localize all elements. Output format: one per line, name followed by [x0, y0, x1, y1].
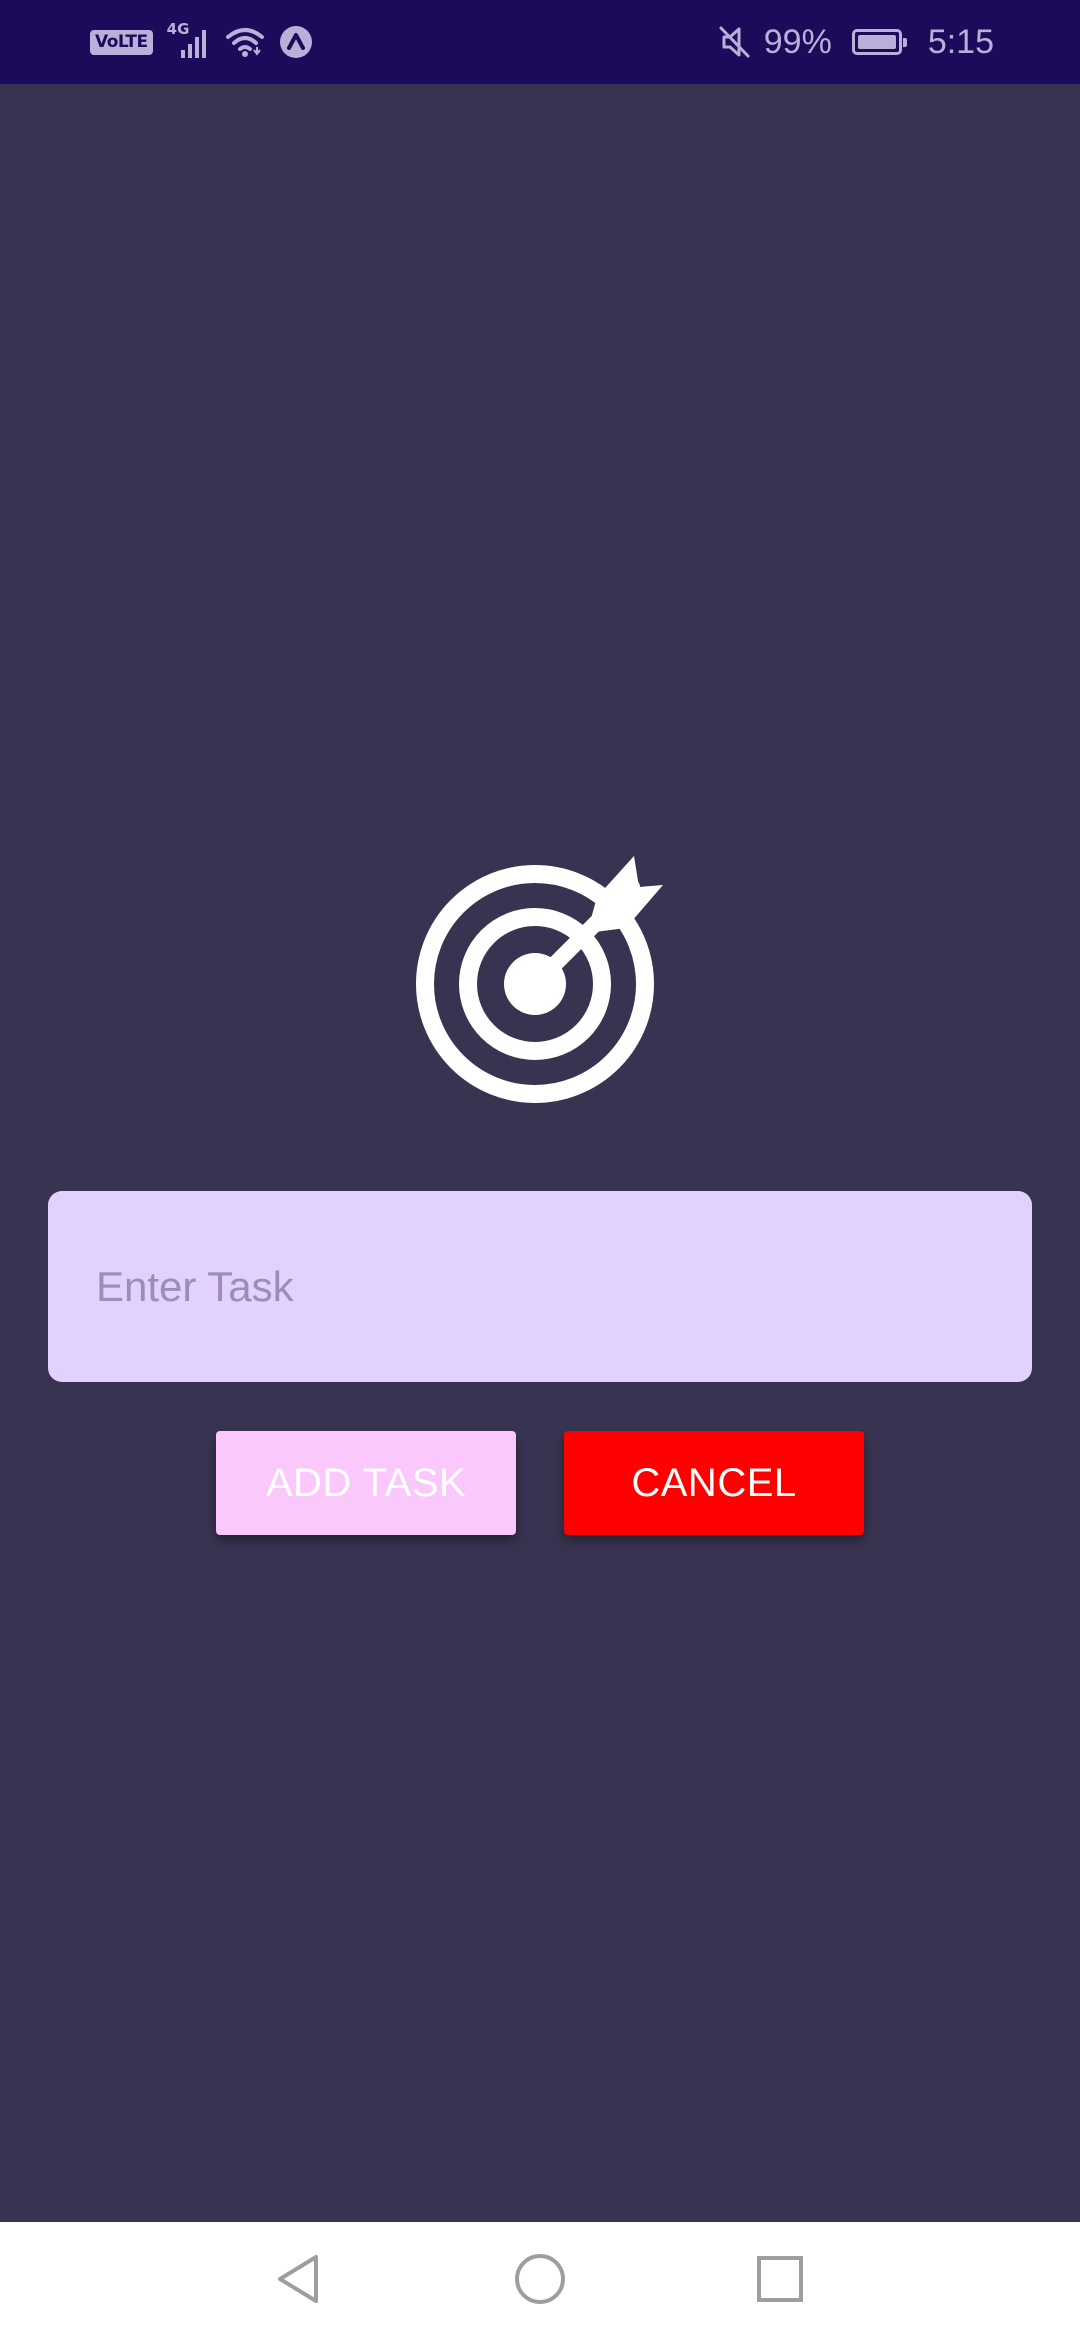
status-bar-left: VoLTE 4G	[90, 18, 313, 66]
navigation-bar	[0, 2222, 1080, 2340]
status-bar-right: 99% 5:15	[718, 18, 994, 66]
cancel-button[interactable]: CANCEL	[564, 1431, 864, 1535]
add-task-button[interactable]: ADD TASK	[216, 1431, 516, 1535]
home-button[interactable]	[480, 2222, 600, 2340]
signal-icon: 4G	[167, 20, 211, 62]
volte-icon: VoLTE	[90, 29, 153, 55]
app-notification-icon	[279, 25, 313, 59]
recents-icon	[752, 2251, 808, 2312]
back-button[interactable]	[240, 2222, 360, 2340]
task-input[interactable]	[48, 1191, 1032, 1382]
target-arrow-icon	[412, 856, 668, 1112]
back-icon	[272, 2251, 328, 2312]
wifi-icon	[225, 24, 265, 60]
recents-button[interactable]	[720, 2222, 840, 2340]
home-icon	[512, 2251, 568, 2312]
mute-icon	[718, 24, 752, 60]
battery-percent: 99%	[763, 22, 832, 61]
status-bar: VoLTE 4G 99% 5:15	[0, 0, 1080, 84]
app-screen: VoLTE 4G 99% 5:15 Enter Task ADD TASK CA…	[0, 0, 1080, 2340]
clock-time: 5:15	[927, 22, 994, 61]
battery-icon	[851, 29, 907, 55]
